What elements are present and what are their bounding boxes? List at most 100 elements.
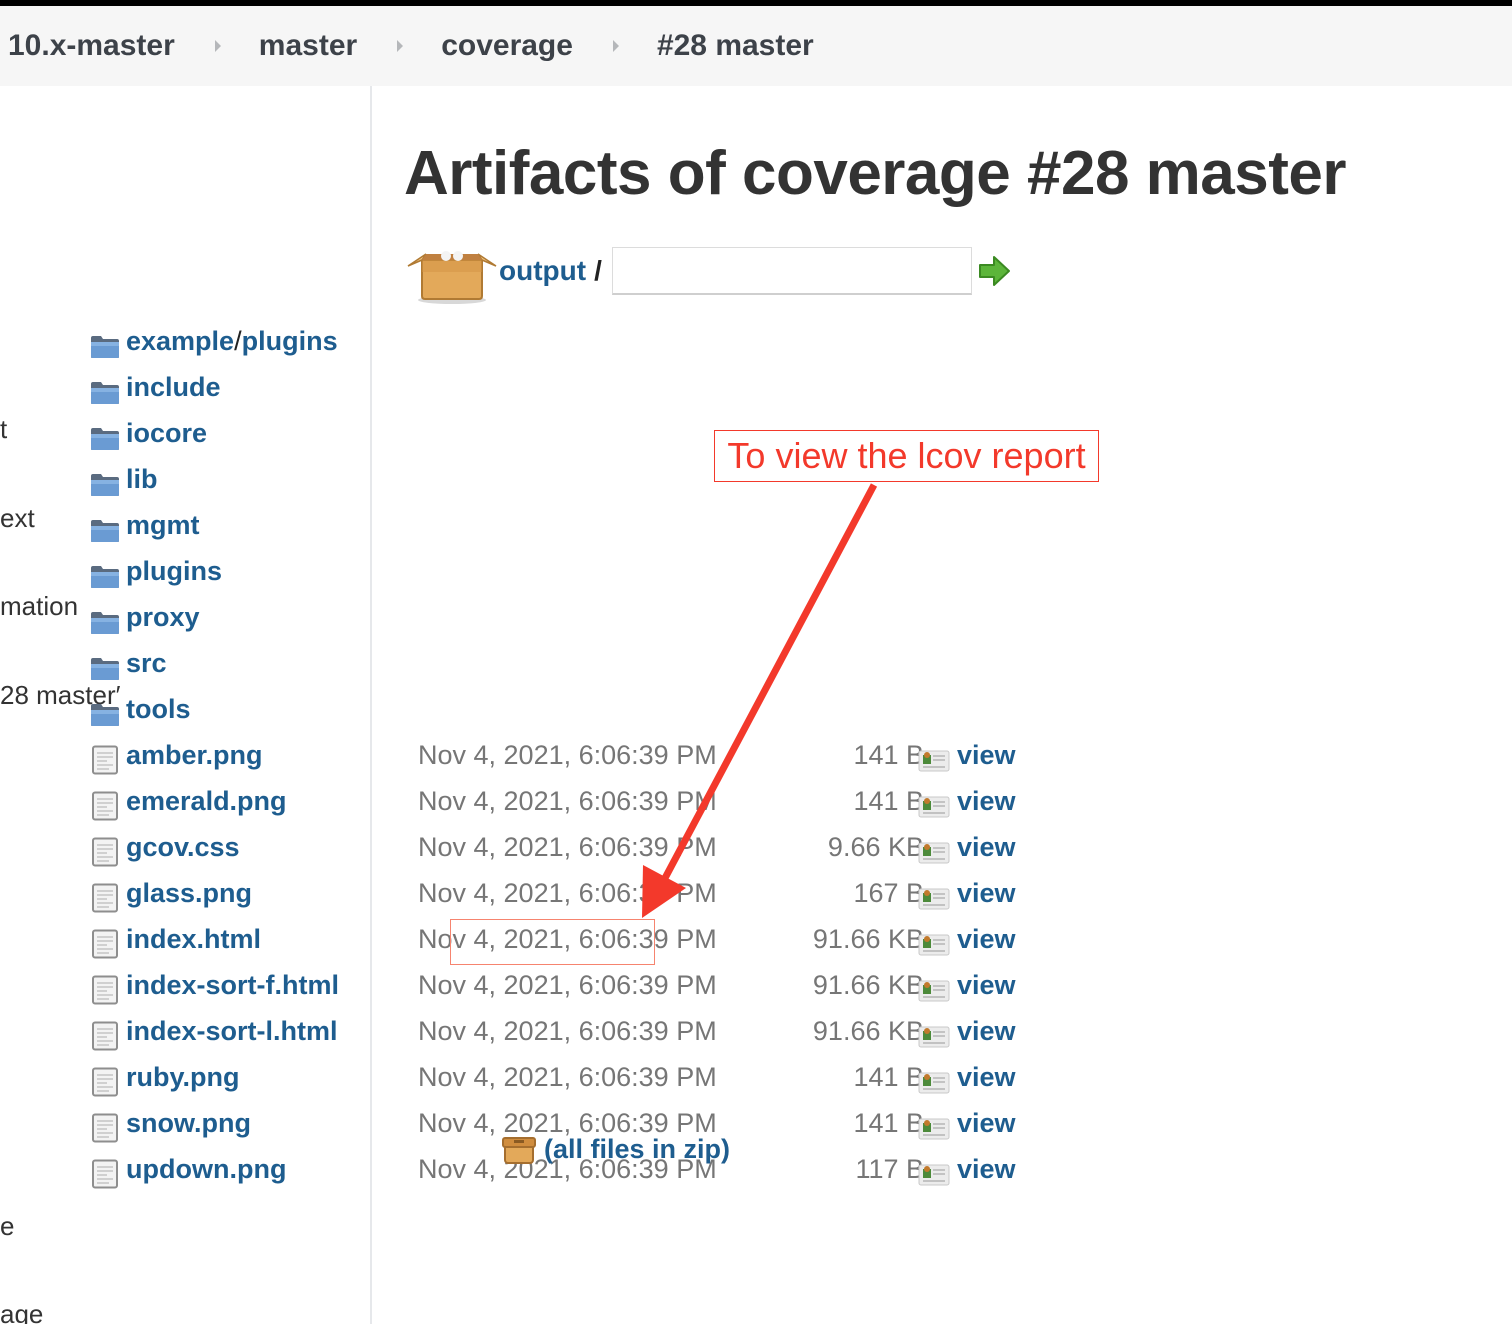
file-link[interactable]: ruby.png bbox=[126, 1062, 239, 1093]
breadcrumb-item-job[interactable]: coverage bbox=[441, 29, 573, 63]
directory-link[interactable]: iocore bbox=[126, 418, 207, 448]
sidebar-item[interactable]: ext bbox=[0, 503, 35, 534]
breadcrumb-item-folder[interactable]: 10.x-master bbox=[8, 29, 175, 63]
directory-name[interactable]: src bbox=[126, 648, 167, 679]
directory-name[interactable]: example/plugins bbox=[126, 326, 338, 357]
go-arrow-icon[interactable] bbox=[976, 253, 1012, 289]
view-link[interactable]: view bbox=[957, 970, 1016, 1001]
directory-row: include bbox=[90, 370, 1030, 416]
view-link[interactable]: view bbox=[957, 740, 1016, 771]
breadcrumb-item-branch[interactable]: master bbox=[259, 29, 357, 63]
sidebar-item[interactable]: t bbox=[0, 414, 7, 445]
file-size: 91.66 KB bbox=[812, 970, 924, 1000]
view-icon[interactable] bbox=[918, 1026, 950, 1048]
file-link[interactable]: emerald.png bbox=[126, 786, 287, 817]
directory-name[interactable]: include bbox=[126, 372, 221, 403]
view-link[interactable]: view bbox=[957, 878, 1016, 909]
file-icon bbox=[90, 1113, 120, 1143]
file-link[interactable]: glass.png bbox=[126, 878, 252, 909]
file-size: 141 B bbox=[853, 786, 924, 816]
file-row: glass.png Nov 4, 2021, 6:06:39 PM 167 B vie… bbox=[90, 876, 1030, 922]
file-icon bbox=[90, 1021, 120, 1051]
breadcrumb-item-build[interactable]: #28 master bbox=[657, 29, 814, 63]
file-link[interactable]: index.html bbox=[126, 924, 261, 955]
file-row: gcov.css Nov 4, 2021, 6:06:39 PM 9.66 KB vi… bbox=[90, 830, 1030, 876]
directory-row: mgmt bbox=[90, 508, 1030, 554]
file-row: index-sort-f.html Nov 4, 2021, 6:06:39 PM… bbox=[90, 968, 1030, 1014]
file-link[interactable]: updown.png bbox=[126, 1154, 286, 1185]
file-link[interactable]: index-sort-f.html bbox=[126, 970, 339, 1001]
directory-link[interactable]: lib bbox=[126, 464, 158, 494]
file-date: Nov 4, 2021, 6:06:39 PM bbox=[418, 1016, 717, 1046]
file-link[interactable]: gcov.css bbox=[126, 832, 240, 863]
directory-name[interactable]: iocore bbox=[126, 418, 207, 449]
package-box-icon bbox=[407, 251, 497, 304]
view-link[interactable]: view bbox=[957, 1154, 1016, 1185]
file-link[interactable]: index-sort-l.html bbox=[126, 1016, 338, 1047]
directory-link[interactable]: include bbox=[126, 372, 221, 402]
folder-icon bbox=[90, 377, 120, 407]
folder-icon bbox=[90, 607, 120, 637]
view-icon[interactable] bbox=[918, 750, 950, 772]
directory-link[interactable]: mgmt bbox=[126, 510, 200, 540]
directory-name[interactable]: lib bbox=[126, 464, 158, 495]
sidebar-item[interactable]: e bbox=[0, 1211, 14, 1242]
view-link[interactable]: view bbox=[957, 786, 1016, 817]
view-icon[interactable] bbox=[918, 796, 950, 818]
sidebar-item[interactable]: mation bbox=[0, 591, 78, 622]
directory-name[interactable]: plugins bbox=[126, 556, 222, 587]
folder-icon bbox=[90, 331, 120, 361]
directory-link[interactable]: plugins bbox=[242, 326, 338, 356]
directory-name[interactable]: mgmt bbox=[126, 510, 200, 541]
view-icon[interactable] bbox=[918, 1164, 950, 1186]
file-link[interactable]: snow.png bbox=[126, 1108, 251, 1139]
sidebar-item[interactable]: age bbox=[0, 1299, 43, 1324]
directory-link[interactable]: example bbox=[126, 326, 234, 356]
file-date: Nov 4, 2021, 6:06:39 PM bbox=[418, 832, 717, 862]
file-date: Nov 4, 2021, 6:06:39 PM bbox=[418, 786, 717, 816]
file-size: 141 B bbox=[853, 740, 924, 770]
directory-name[interactable]: tools bbox=[126, 694, 191, 725]
file-icon bbox=[90, 1067, 120, 1097]
all-files-zip-link[interactable]: (all files in zip) bbox=[544, 1134, 730, 1165]
view-icon[interactable] bbox=[918, 1072, 950, 1094]
file-row: index-sort-l.html Nov 4, 2021, 6:06:39 PM… bbox=[90, 1014, 1030, 1060]
file-row: amber.png Nov 4, 2021, 6:06:39 PM 141 B vie… bbox=[90, 738, 1030, 784]
file-size: 141 B bbox=[853, 1108, 924, 1138]
zip-download[interactable]: (all files in zip) bbox=[502, 1134, 730, 1165]
annotation-text: To view the lcov report bbox=[727, 435, 1086, 476]
directory-link[interactable]: plugins bbox=[126, 556, 222, 586]
file-icon bbox=[90, 1159, 120, 1189]
annotation-callout: To view the lcov report bbox=[714, 430, 1099, 482]
directory-link[interactable]: src bbox=[126, 648, 167, 678]
view-link[interactable]: view bbox=[957, 1016, 1016, 1047]
path-separator: / bbox=[594, 255, 602, 286]
breadcrumb-chevron-icon bbox=[612, 40, 619, 52]
view-link[interactable]: view bbox=[957, 1062, 1016, 1093]
directory-link[interactable]: proxy bbox=[126, 602, 200, 632]
directory-row: tools bbox=[90, 692, 1030, 738]
file-icon bbox=[90, 745, 120, 775]
directory-row: src bbox=[90, 646, 1030, 692]
breadcrumb: 10.x-master master coverage #28 master bbox=[0, 6, 1512, 86]
file-icon bbox=[90, 791, 120, 821]
file-icon bbox=[90, 837, 120, 867]
folder-icon bbox=[90, 653, 120, 683]
directory-name[interactable]: proxy bbox=[126, 602, 200, 633]
view-icon[interactable] bbox=[918, 934, 950, 956]
view-link[interactable]: view bbox=[957, 1108, 1016, 1139]
file-link[interactable]: amber.png bbox=[126, 740, 263, 771]
view-icon[interactable] bbox=[918, 1118, 950, 1140]
view-icon[interactable] bbox=[918, 842, 950, 864]
view-link[interactable]: view bbox=[957, 924, 1016, 955]
artifact-path-bar: output / bbox=[404, 236, 1012, 306]
view-icon[interactable] bbox=[918, 888, 950, 910]
folder-icon bbox=[90, 423, 120, 453]
file-date: Nov 4, 2021, 6:06:39 PM bbox=[418, 970, 717, 1000]
file-date: Nov 4, 2021, 6:06:39 PM bbox=[418, 1062, 717, 1092]
view-icon[interactable] bbox=[918, 980, 950, 1002]
output-root-link[interactable]: output bbox=[499, 255, 586, 287]
artifact-path-input[interactable] bbox=[611, 247, 972, 295]
view-link[interactable]: view bbox=[957, 832, 1016, 863]
directory-link[interactable]: tools bbox=[126, 694, 191, 724]
